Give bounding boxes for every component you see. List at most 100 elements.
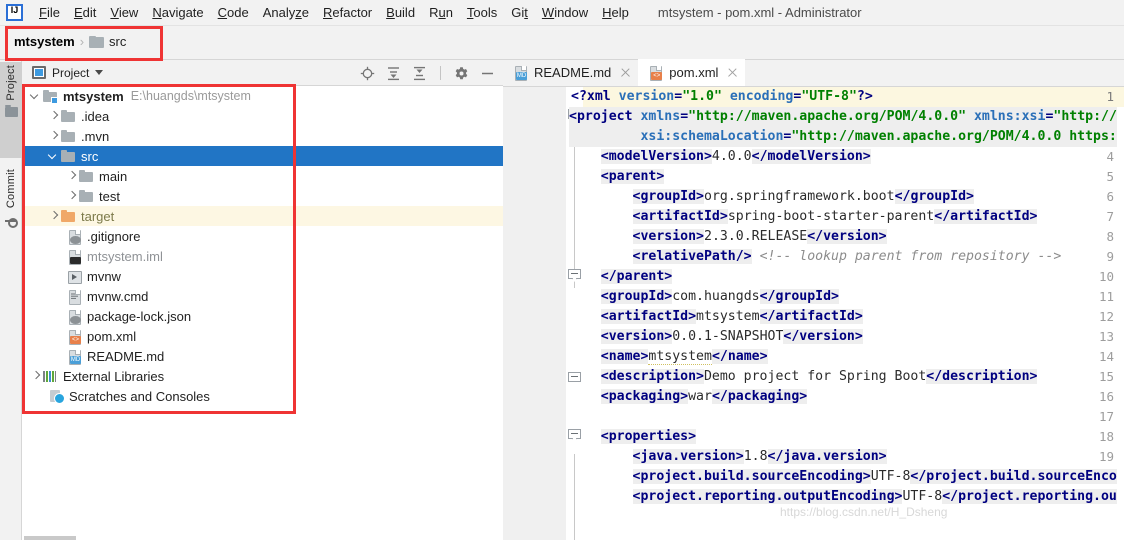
cmd-file-icon — [66, 289, 82, 305]
line-number: 10 — [1098, 269, 1114, 284]
menu-tools[interactable]: Tools — [460, 3, 504, 23]
menu-edit[interactable]: Edit — [67, 3, 103, 23]
tree-row-target[interactable]: target — [22, 206, 503, 226]
tree-row-test[interactable]: test — [22, 186, 503, 206]
chevron-down-icon[interactable] — [48, 150, 60, 162]
tool-window-tab-commit[interactable]: Commit — [0, 166, 22, 258]
tree-module-path: E:\huangds\mtsystem — [130, 89, 251, 103]
editor-gutter[interactable] — [503, 87, 565, 540]
code-line-20[interactable]: <project.build.sourceEncoding>UTF-8</pro… — [569, 467, 1117, 487]
project-panel-toolbar: Project — [22, 60, 503, 86]
chevron-down-icon[interactable] — [95, 70, 104, 75]
minimize-icon[interactable] — [480, 66, 495, 81]
code-line-7[interactable]: <artifactId>spring-boot-starter-parent</… — [569, 207, 1038, 227]
tree-label: test — [99, 188, 120, 204]
tree-label: README.md — [87, 348, 165, 364]
code-line-6[interactable]: <groupId>org.springframework.boot</group… — [569, 187, 974, 207]
tree-row-src[interactable]: src — [22, 146, 503, 166]
code-line-14[interactable]: <name>mtsystem</name> — [569, 347, 768, 367]
code-line-13[interactable]: <version>0.0.1-SNAPSHOT</version> — [569, 327, 863, 347]
code-line-4[interactable]: <modelVersion>4.0.0</modelVersion> — [569, 147, 871, 167]
editor-tab-pom-xml[interactable]: <> pom.xml — [638, 59, 746, 86]
locate-target-icon[interactable] — [360, 66, 375, 81]
module-folder-icon — [42, 89, 58, 104]
tree-row-mtsystem[interactable]: mtsystem E:\huangds\mtsystem — [22, 86, 503, 106]
line-number: 7 — [1106, 209, 1114, 224]
breadcrumb-project[interactable]: mtsystem — [14, 34, 75, 49]
close-icon[interactable] — [620, 67, 631, 78]
menu-run[interactable]: Run — [422, 3, 460, 23]
code-line-2[interactable]: <project xmlns="http://maven.apache.org/… — [569, 107, 1117, 127]
tree-row-main[interactable]: main — [22, 166, 503, 186]
code-line-15[interactable]: <description>Demo project for Spring Boo… — [569, 367, 1038, 387]
tool-window-tab-project-label: Project — [5, 65, 17, 101]
menu-window[interactable]: Window — [535, 3, 595, 23]
code-line-16[interactable]: <packaging>war</packaging> — [569, 387, 808, 407]
code-line-5[interactable]: <parent> — [569, 167, 665, 187]
menu-view[interactable]: View — [103, 3, 145, 23]
tree-row-pom-xml[interactable]: <> pom.xml — [22, 326, 503, 346]
tool-window-tab-commit-label: Commit — [5, 169, 17, 209]
tree-row-readme-md[interactable]: MD README.md — [22, 346, 503, 366]
menu-code[interactable]: Code — [211, 3, 256, 23]
code-line-8[interactable]: <version>2.3.0.RELEASE</version> — [569, 227, 887, 247]
code-line-21[interactable]: <project.reporting.outputEncoding>UTF-8<… — [569, 487, 1117, 507]
code-line-1[interactable]: <?xml version="1.0" encoding="UTF-8"?> — [571, 87, 873, 107]
project-tree[interactable]: mtsystem E:\huangds\mtsystem .idea .mvn … — [22, 86, 503, 540]
tree-row-scratches-and-consoles[interactable]: Scratches and Consoles — [22, 386, 503, 406]
tree-row-mvnw[interactable]: mvnw — [22, 266, 503, 286]
tree-row-package-lock-json[interactable]: package-lock.json — [22, 306, 503, 326]
menu-navigate[interactable]: Navigate — [145, 3, 210, 23]
script-file-icon — [66, 269, 82, 284]
collapse-all-icon[interactable] — [412, 66, 427, 81]
line-number: 15 — [1098, 369, 1114, 384]
tool-window-tab-project[interactable]: Project — [0, 62, 22, 158]
line-number: 5 — [1106, 169, 1114, 184]
scratches-icon — [48, 389, 65, 404]
tree-row-mtsystem-iml[interactable]: mtsystem.iml — [22, 246, 503, 266]
code-line-12[interactable]: <artifactId>mtsystem</artifactId> — [569, 307, 863, 327]
close-icon[interactable] — [727, 67, 738, 78]
intellij-logo-icon — [6, 4, 23, 21]
code-line-18[interactable]: <properties> — [569, 427, 697, 447]
menu-help[interactable]: Help — [595, 3, 636, 23]
chevron-right-icon[interactable] — [66, 190, 78, 202]
tree-row-mvnw-cmd[interactable]: mvnw.cmd — [22, 286, 503, 306]
tree-row-gitignore[interactable]: .gitignore — [22, 226, 503, 246]
chevron-right-icon[interactable] — [66, 170, 78, 182]
folder-icon — [60, 129, 76, 144]
menu-analyze[interactable]: Analyze — [256, 3, 316, 23]
editor-area: MD README.md <> pom.xml 1 4 5 6 7 8 9 10… — [503, 59, 1124, 540]
tree-row-idea[interactable]: .idea — [22, 106, 503, 126]
project-panel-horizontal-scrollbar[interactable] — [22, 535, 503, 540]
excluded-folder-icon — [60, 209, 76, 224]
project-tool-window: Project mtsystem E:\huangds\mtsystem .id… — [22, 60, 503, 540]
menu-git[interactable]: Git — [504, 3, 535, 23]
project-view-selector[interactable]: Project — [32, 65, 104, 80]
chevron-right-icon[interactable] — [48, 110, 60, 122]
code-line-3[interactable]: xsi:schemaLocation="http://maven.apache.… — [569, 127, 1117, 147]
intellij-idea-window: File Edit View Navigate Code Analyze Ref… — [0, 0, 1124, 540]
chevron-down-icon[interactable] — [30, 90, 42, 102]
expand-all-icon[interactable] — [386, 66, 401, 81]
menu-build[interactable]: Build — [379, 3, 422, 23]
menu-refactor[interactable]: Refactor — [316, 3, 379, 23]
code-line-9[interactable]: <relativePath/> <!-- lookup parent from … — [569, 247, 1061, 267]
settings-gear-icon[interactable] — [454, 66, 469, 81]
code-editor[interactable]: 1 2 3 4 5 6 7 8 9 10 11 12 13 14 15 16 1… — [503, 87, 1124, 540]
chevron-right-icon[interactable] — [48, 210, 60, 222]
code-line-11[interactable]: <groupId>com.huangds</groupId> — [569, 287, 839, 307]
markdown-file-icon: MD — [512, 65, 528, 81]
code-line-10[interactable]: </parent> — [569, 267, 673, 287]
tree-row-external-libraries[interactable]: External Libraries — [22, 366, 503, 386]
chevron-right-icon[interactable] — [48, 130, 60, 142]
chevron-right-icon[interactable] — [30, 370, 42, 382]
scrollbar-thumb[interactable] — [24, 536, 76, 540]
editor-tab-readme-md[interactable]: MD README.md — [503, 59, 638, 86]
menu-file[interactable]: File — [32, 3, 67, 23]
breadcrumb: mtsystem › src — [14, 34, 126, 49]
code-line-19[interactable]: <java.version>1.8</java.version> — [569, 447, 887, 467]
breadcrumb-file[interactable]: src — [109, 34, 126, 49]
tree-row-mvn[interactable]: .mvn — [22, 126, 503, 146]
project-panel-title: Project — [52, 65, 90, 80]
